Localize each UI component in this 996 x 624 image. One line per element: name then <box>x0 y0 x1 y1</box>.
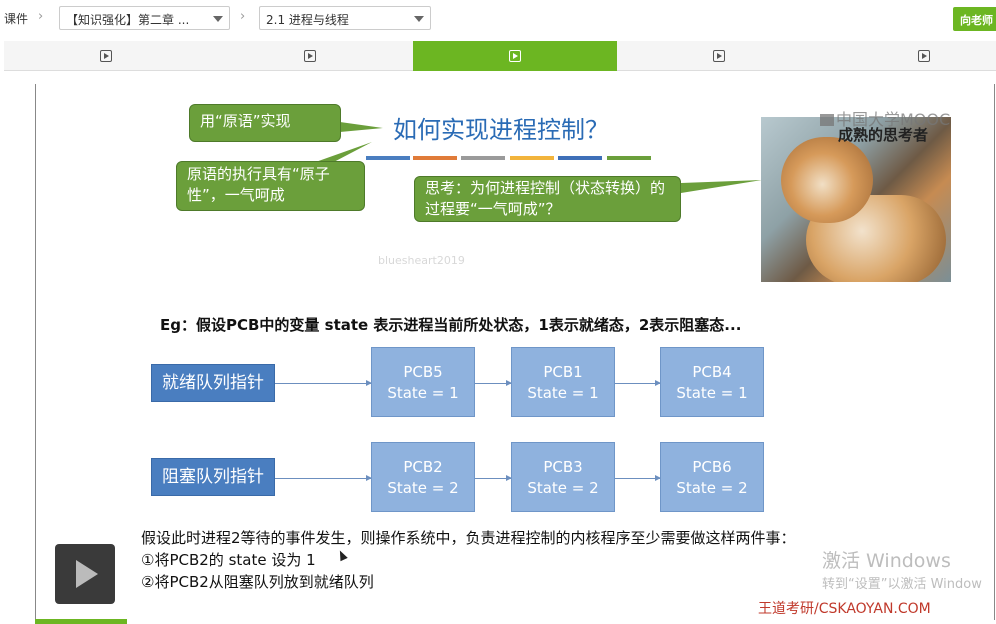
arrow-icon <box>275 380 372 386</box>
pcb-node: PCB3 State = 2 <box>511 442 615 512</box>
color-bar-segment <box>558 156 602 160</box>
pcb-node: PCB4 State = 1 <box>660 347 764 417</box>
video-tab-3[interactable] <box>413 41 617 71</box>
windows-activation-title: 激活 Windows <box>822 550 951 572</box>
photo-caption: 成熟的思考者 <box>838 126 929 144</box>
pcb-state: State = 1 <box>387 384 459 402</box>
scenario-text: 假设此时进程2等待的事件发生，则操作系统中，负责进程控制的内核程序至少需要做这样… <box>141 529 796 547</box>
pcb-node: PCB5 State = 1 <box>371 347 475 417</box>
arrow-icon <box>475 475 512 481</box>
color-bar-segment <box>510 156 554 160</box>
pcb-node: PCB1 State = 1 <box>511 347 615 417</box>
ready-queue-label: 就绪队列指针 <box>151 364 275 402</box>
brand-footer: 王道考研/CSKAOYAN.COM <box>758 601 931 617</box>
pcb-state: State = 1 <box>676 384 748 402</box>
video-tab-strip <box>4 41 996 71</box>
pcb-name: PCB5 <box>403 363 443 381</box>
color-bar-segment <box>461 156 505 160</box>
pcb-name: PCB2 <box>403 458 443 476</box>
video-tab-4[interactable] <box>617 41 821 71</box>
chevron-right-icon: › <box>38 9 44 24</box>
pcb-state: State = 2 <box>387 479 459 497</box>
slide-watermark: bluesheart2019 <box>378 254 465 267</box>
ask-teacher-button[interactable]: 向老师 <box>953 7 996 31</box>
chevron-down-icon <box>213 16 223 22</box>
arrow-icon <box>475 380 512 386</box>
callout-think: 思考：为何进程控制（状态转换）的过程要“一气呵成”？ <box>414 176 681 222</box>
color-bar-segment <box>413 156 457 160</box>
color-bar-segment <box>366 156 410 160</box>
breadcrumb-bar: 课件 › 【知识强化】第二章 ... › 2.1 进程与线程 向老师 <box>0 0 996 38</box>
video-tab-5[interactable] <box>822 41 996 71</box>
pcb-name: PCB3 <box>543 458 583 476</box>
breadcrumb-root[interactable]: 课件 <box>4 10 28 27</box>
blocked-queue-label: 阻塞队列指针 <box>151 458 275 496</box>
play-icon <box>918 50 930 62</box>
chapter-select[interactable]: 【知识强化】第二章 ... <box>59 6 230 30</box>
video-progress-bar[interactable] <box>35 619 127 624</box>
callout-primitive: 用“原语”实现 <box>189 104 341 142</box>
play-icon <box>100 50 112 62</box>
slide-title: 如何实现进程控制？ <box>393 116 609 144</box>
color-bar-segment <box>607 156 651 160</box>
arrow-icon <box>275 475 372 481</box>
pcb-state: State = 2 <box>676 479 748 497</box>
pcb-name: PCB4 <box>692 363 732 381</box>
chevron-down-icon <box>414 16 424 22</box>
section-select[interactable]: 2.1 进程与线程 <box>259 6 431 30</box>
pcb-state: State = 1 <box>527 384 599 402</box>
play-icon <box>304 50 316 62</box>
play-button[interactable] <box>55 544 115 604</box>
step-1-text: ①将PCB2的 state 设为 1 <box>141 551 316 569</box>
section-select-value: 2.1 进程与线程 <box>266 13 349 27</box>
video-tab-1[interactable] <box>4 41 208 71</box>
callout-atomic: 原语的执行具有“原子性”，一气呵成 <box>176 161 365 211</box>
chevron-right-icon: › <box>240 9 246 24</box>
dog-head <box>781 137 873 223</box>
pcb-name: PCB1 <box>543 363 583 381</box>
step-2-text: ②将PCB2从阻塞队列放到就绪队列 <box>141 573 374 591</box>
arrow-icon <box>615 380 661 386</box>
video-tab-2[interactable] <box>208 41 412 71</box>
pcb-node: PCB2 State = 2 <box>371 442 475 512</box>
chapter-select-value: 【知识强化】第二章 ... <box>66 13 190 27</box>
pcb-node: PCB6 State = 2 <box>660 442 764 512</box>
play-icon <box>509 50 521 62</box>
arrow-icon <box>615 475 661 481</box>
play-icon <box>713 50 725 62</box>
windows-activation-hint: 转到“设置”以激活 Window <box>822 577 982 592</box>
pcb-state: State = 2 <box>527 479 599 497</box>
example-text: Eg：假设PCB中的变量 state 表示进程当前所处状态，1表示就绪态，2表示… <box>160 316 742 334</box>
pcb-name: PCB6 <box>692 458 732 476</box>
